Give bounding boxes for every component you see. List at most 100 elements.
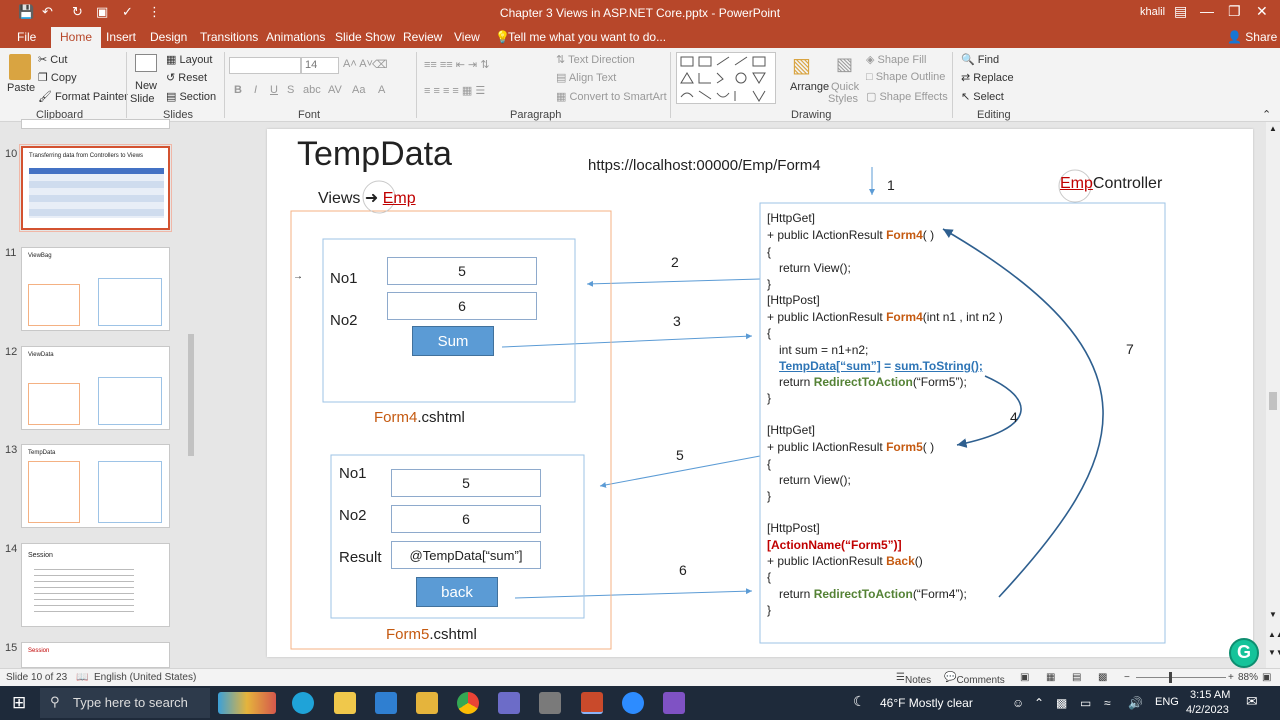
slide-canvas[interactable]: TempData https://localhost:00000/Emp/For… (267, 129, 1253, 657)
input-language[interactable]: ENG (1155, 696, 1179, 708)
scroll-down-icon[interactable]: ▼ (1269, 610, 1277, 619)
language-indicator[interactable]: English (United States) (94, 672, 196, 683)
search-highlight-icon[interactable] (218, 692, 276, 714)
share-button[interactable]: 👤 Share (1227, 30, 1277, 44)
folder-icon[interactable] (416, 692, 438, 714)
clock-time[interactable]: 3:15 AM (1190, 689, 1230, 701)
back-button[interactable]: back (416, 577, 498, 607)
mail-icon[interactable] (375, 692, 397, 714)
new-slide-icon[interactable] (135, 54, 157, 72)
new-slide-button-line2[interactable]: Slide (130, 93, 154, 105)
paste-button[interactable]: Paste (7, 82, 35, 94)
format-painter-button[interactable]: 🖌 Format Painter (38, 90, 128, 103)
slideshow-view-icon[interactable]: ▩ (1098, 672, 1107, 683)
previous-slide-icon[interactable]: ▲▲ (1268, 630, 1280, 639)
font-size-combo[interactable]: 14 (301, 57, 339, 74)
smartart-button[interactable]: ▦ Convert to SmartArt (556, 90, 667, 103)
text-direction-button[interactable]: ⇅ Text Direction (556, 53, 635, 66)
clear-formatting-icon[interactable]: ⌫ (372, 58, 388, 71)
spelling-status-icon[interactable]: 📖 (76, 672, 88, 683)
app-icon[interactable] (498, 692, 520, 714)
show-hidden-icons[interactable]: ⌃ (1034, 696, 1044, 710)
scroll-up-icon[interactable]: ▲ (1269, 124, 1277, 133)
slide-thumbnail-14[interactable]: Session (21, 543, 170, 627)
slide-thumbnail-13[interactable]: TempData (21, 444, 170, 528)
zoom-out-icon[interactable]: − (1124, 672, 1130, 683)
taskbar-search-input[interactable]: ⚲ Type here to search (40, 688, 210, 718)
arrange-icon[interactable]: ▧ (792, 53, 811, 78)
tab-file[interactable]: File (17, 30, 36, 44)
shapes-gallery[interactable] (676, 52, 776, 104)
paste-icon[interactable] (9, 54, 31, 80)
new-slide-button[interactable]: New (135, 80, 157, 92)
shadow-icon[interactable]: S (287, 84, 294, 96)
font-color-icon[interactable]: A (378, 84, 385, 96)
form4-no2-input[interactable]: 6 (387, 292, 537, 320)
scrollbar-thumb[interactable] (1269, 392, 1277, 410)
slide-thumbnail-10[interactable]: Transferring data from Controllers to Vi… (19, 144, 172, 232)
form5-no1-input[interactable]: 5 (391, 469, 541, 497)
bullets-icon[interactable]: ≡≡ ≡≡ ⇤ ⇥ ⇅ (424, 58, 490, 71)
collapse-ribbon-icon[interactable]: ⌃ (1262, 108, 1271, 121)
ribbon-display-icon[interactable]: ▤ (1174, 3, 1187, 20)
slide-thumbnail-previous[interactable] (21, 119, 170, 129)
underline-icon[interactable]: U (270, 84, 278, 96)
reset-button[interactable]: ↺ Reset (166, 71, 207, 84)
strikethrough-icon[interactable]: abc (303, 84, 321, 96)
quick-styles-icon[interactable]: ▧ (836, 54, 853, 75)
comments-button[interactable]: 💬 Comments (944, 672, 1005, 686)
zoom-icon[interactable] (622, 692, 644, 714)
align-text-button[interactable]: ▤ Align Text (556, 71, 616, 84)
weather-text[interactable]: 46°F Mostly clear (880, 696, 973, 710)
font-name-combo[interactable] (229, 57, 301, 74)
bold-icon[interactable]: B (234, 84, 242, 96)
network-icon[interactable]: ▩ (1056, 696, 1067, 710)
notifications-icon[interactable]: ✉ (1246, 693, 1258, 710)
shape-fill-button[interactable]: ◈ Shape Fill (866, 53, 926, 66)
tab-transitions[interactable]: Transitions (200, 30, 258, 44)
form4-no1-input[interactable]: 5 (387, 257, 537, 285)
next-slide-icon[interactable]: ▼▼ (1268, 648, 1280, 657)
tab-view[interactable]: View (454, 30, 480, 44)
grow-font-icon[interactable]: A˄ A˅ (343, 58, 373, 70)
file-explorer-icon[interactable] (334, 692, 356, 714)
tab-insert[interactable]: Insert (106, 30, 136, 44)
thumbnail-scrollbar[interactable] (186, 122, 196, 668)
visual-studio-icon[interactable] (663, 692, 685, 714)
normal-view-icon[interactable]: ▣ (1020, 672, 1029, 683)
user-name[interactable]: khalil (1140, 6, 1165, 18)
tell-me-input[interactable]: Tell me what you want to do... (508, 30, 666, 44)
slide-thumbnail-15[interactable]: Session (21, 642, 170, 668)
tab-home[interactable]: Home (51, 27, 102, 48)
chrome-icon[interactable] (457, 692, 479, 714)
edge-icon[interactable] (292, 692, 314, 714)
shape-outline-button[interactable]: □ Shape Outline (866, 71, 945, 83)
wifi-icon[interactable]: ≈ (1104, 696, 1111, 710)
arrange-button[interactable]: Arrange (790, 81, 829, 93)
fit-slide-icon[interactable]: ▣ (1262, 672, 1271, 683)
volume-icon[interactable]: 🔊 (1128, 696, 1143, 710)
close-icon[interactable]: ✕ (1256, 3, 1268, 20)
copy-button[interactable]: ❐ Copy (38, 71, 77, 84)
sum-button[interactable]: Sum (412, 326, 494, 356)
maximize-icon[interactable]: ❐ (1228, 3, 1241, 20)
thumbnail-scrollbar-thumb[interactable] (188, 334, 194, 456)
tab-slide-show[interactable]: Slide Show (335, 30, 395, 44)
weather-icon[interactable]: ☾ (853, 693, 866, 710)
powerpoint-icon[interactable] (581, 692, 603, 714)
zoom-in-icon[interactable]: + (1228, 672, 1234, 683)
quick-styles-button-line2[interactable]: Styles (828, 93, 858, 105)
people-icon[interactable]: ☺ (1012, 696, 1024, 710)
zoom-slider-thumb[interactable] (1169, 672, 1172, 683)
change-case-icon[interactable]: Aa (352, 84, 365, 96)
notes-button[interactable]: ☰ Notes (896, 672, 931, 686)
find-button[interactable]: 🔍 Find (961, 53, 999, 66)
minimize-icon[interactable]: — (1200, 3, 1214, 19)
slide-thumbnail-12[interactable]: ViewData (21, 346, 170, 430)
italic-icon[interactable]: I (254, 84, 257, 96)
clock-date[interactable]: 4/2/2023 (1186, 704, 1229, 716)
slide-vertical-scrollbar[interactable]: ▲ ▼ ▲▲ ▼▼ (1266, 122, 1280, 668)
reading-view-icon[interactable]: ▤ (1072, 672, 1081, 683)
shapes-gallery-icons[interactable] (677, 53, 777, 105)
replace-button[interactable]: ⇄ Replace (961, 71, 1014, 84)
